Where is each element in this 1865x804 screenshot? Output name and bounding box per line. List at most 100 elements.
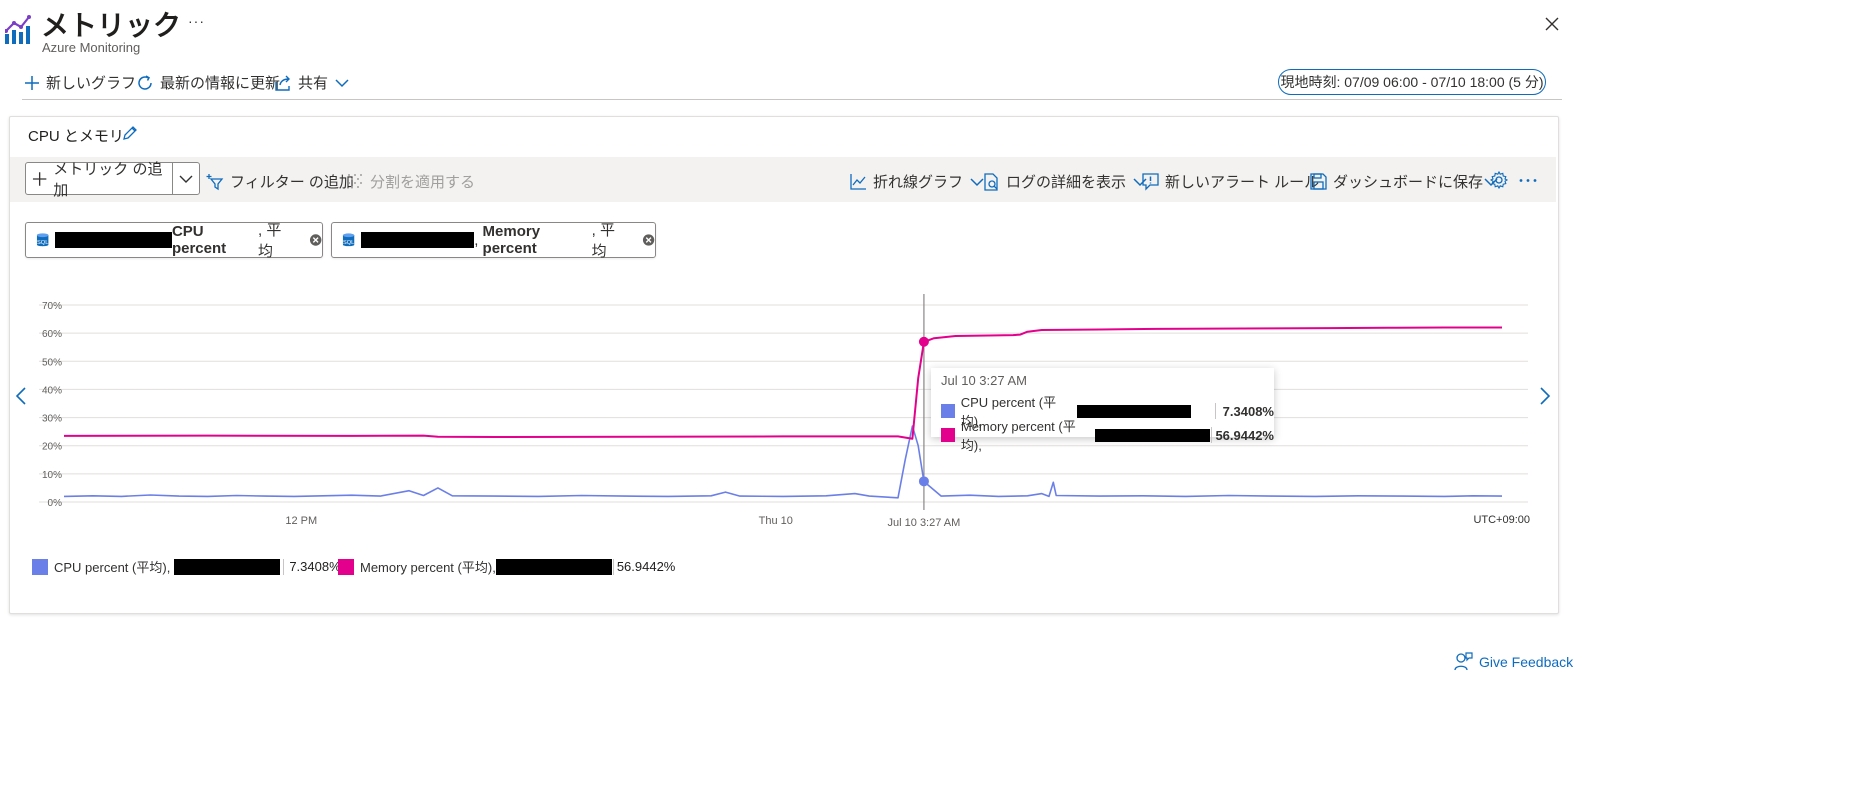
add-metric-dropdown-button[interactable] [172, 162, 200, 195]
y-axis-ticks: 0% 10% 20% 30% 40% 50% 60% 70% [42, 301, 62, 509]
metric-pill-cpu-aggregation: , 平均 [257, 222, 282, 260]
sql-database-icon: SQL [342, 233, 355, 247]
svg-text:SQL: SQL [37, 240, 48, 246]
legend-divider [612, 558, 614, 575]
legend-item-cpu[interactable]: CPU percent (平均), 7.3408% [32, 557, 341, 576]
share-icon [275, 75, 290, 91]
y-tick-label: 10% [42, 470, 62, 481]
add-metric-label: メトリック の追加 [53, 160, 163, 199]
save-to-dashboard-button[interactable]: ダッシュボードに保存 [1310, 171, 1499, 192]
close-icon [1545, 17, 1559, 31]
legend-cpu-label: CPU percent (平均), [54, 560, 171, 575]
pencil-icon [123, 126, 137, 140]
gear-icon [1490, 171, 1508, 189]
memory-series-line [63, 326, 1502, 440]
x-axis-ticks: 12 PM Thu 10 [285, 515, 793, 527]
command-bar-divider [22, 99, 1562, 100]
split-icon [348, 174, 362, 188]
metric-pill-memory-label: Memory percent [482, 223, 541, 257]
refresh-icon [138, 74, 152, 90]
tooltip-divider [1211, 427, 1213, 443]
legend-memory-swatch [338, 558, 354, 575]
redacted-resource-name [495, 558, 612, 575]
alert-icon [1142, 172, 1159, 191]
legend-divider [283, 558, 285, 575]
legend-memory-value: 56.9442% [616, 559, 676, 574]
y-tick-label: 70% [42, 301, 62, 312]
chart-settings-button[interactable] [1490, 171, 1508, 189]
apply-split-label: 分割を適用する [370, 174, 476, 191]
new-chart-label: 新しいグラフ [46, 75, 137, 92]
chart-type-label: 折れ線グラフ [873, 174, 964, 191]
metric-pill-memory-aggregation: , 平均 [591, 222, 616, 260]
chart-type-button[interactable]: 折れ線グラフ [850, 171, 985, 192]
timezone-label: UTC+09:00 [1473, 514, 1530, 526]
new-chart-button[interactable]: 新しいグラフ [24, 72, 136, 93]
give-feedback-link[interactable]: Give Feedback [1454, 652, 1573, 671]
metrics-line-chart[interactable]: 0% 10% 20% 30% 40% 50% 60% 70% 12 PM Thu 10 Jul … [0, 285, 1560, 535]
remove-icon [309, 234, 322, 246]
give-feedback-label: Give Feedback [1479, 653, 1574, 670]
x-tick-label: Thu 10 [759, 515, 793, 527]
metric-pill-cpu[interactable]: SQL CPU percent , 平均 [25, 222, 323, 260]
add-icon [25, 75, 39, 90]
refresh-label: 最新の情報に更新 [160, 75, 281, 92]
chart-more-button[interactable] [1519, 178, 1537, 183]
legend-cpu-value: 7.3408% [289, 559, 341, 574]
apply-split-button: 分割を適用する [347, 171, 475, 192]
tooltip-time: Jul 10 3:27 AM [941, 373, 1027, 388]
y-tick-label: 30% [42, 414, 62, 425]
redacted-resource-name [1095, 428, 1211, 442]
view-logs-button[interactable]: ログの詳細を表示 [983, 171, 1148, 192]
add-metric-button[interactable]: メトリック の追加 [25, 161, 173, 199]
share-label: 共有 [298, 75, 329, 92]
tooltip-memory-label: Memory percent (平均), [960, 419, 1076, 453]
svg-text:SQL: SQL [343, 240, 354, 246]
chart-gridlines [39, 304, 1528, 503]
log-search-icon [984, 172, 998, 191]
new-alert-rule-button[interactable]: 新しいアラート ルール [1142, 171, 1319, 192]
edit-title-button[interactable] [121, 125, 138, 142]
add-filter-button[interactable]: フィルター の追加 [206, 171, 354, 192]
tooltip-memory-value: 56.9442% [1215, 427, 1274, 443]
metric-pill-cpu-label: CPU percent [171, 223, 227, 257]
y-tick-label: 50% [42, 357, 62, 368]
more-options-button[interactable]: ··· [188, 13, 205, 29]
time-range-button[interactable]: 現地時刻: 07/09 06:00 - 07/10 18:00 (5 分) [1278, 69, 1546, 95]
legend-item-memory[interactable]: Memory percent (平均), 56.9442% [338, 557, 675, 576]
chart-series [63, 326, 1503, 499]
close-button[interactable] [1544, 16, 1560, 32]
time-range-label: 現地時刻: 07/09 06:00 - 07/10 18:00 (5 分) [1280, 74, 1544, 90]
sql-database-icon: SQL [36, 233, 49, 247]
share-button[interactable]: 共有 [274, 72, 350, 93]
redacted-resource-name [55, 232, 172, 248]
app-logo-icon [5, 14, 31, 44]
chart-tooltip: Jul 10 3:27 AM CPU percent (平均), 7.3408%… [931, 368, 1274, 453]
line-chart-icon [850, 174, 866, 190]
tooltip-row-memory: Memory percent (平均), 56.9442% [941, 416, 1274, 454]
redacted-resource-name [174, 558, 281, 575]
tooltip-memory-swatch [941, 428, 955, 442]
chevron-down-icon [335, 78, 349, 87]
add-filter-label: フィルター の追加 [230, 174, 354, 191]
page-title: メトリック [41, 10, 182, 41]
legend-cpu-swatch [32, 558, 48, 575]
y-tick-label: 60% [42, 329, 62, 340]
new-alert-rule-label: 新しいアラート ルール [1165, 174, 1320, 191]
cursor-time-label: Jul 10 3:27 AM [888, 517, 961, 529]
feedback-person-icon [1454, 652, 1473, 671]
save-to-dashboard-label: ダッシュボードに保存 [1333, 174, 1484, 191]
save-icon [1310, 173, 1327, 190]
more-icon [1519, 179, 1537, 182]
legend-memory-label: Memory percent (平均), [360, 560, 496, 575]
memory-cursor-marker [918, 336, 929, 347]
view-logs-label: ログの詳細を表示 [1006, 174, 1127, 191]
y-tick-label: 0% [48, 498, 63, 509]
y-tick-label: 20% [42, 442, 62, 453]
remove-icon [642, 234, 655, 246]
y-tick-label: 40% [42, 385, 62, 396]
refresh-button[interactable]: 最新の情報に更新 [136, 72, 280, 93]
chart-title: CPU とメモリ [28, 128, 124, 145]
redacted-resource-name [361, 232, 475, 248]
metric-pill-memory[interactable]: SQL , Memory percent , 平均 [331, 222, 656, 260]
